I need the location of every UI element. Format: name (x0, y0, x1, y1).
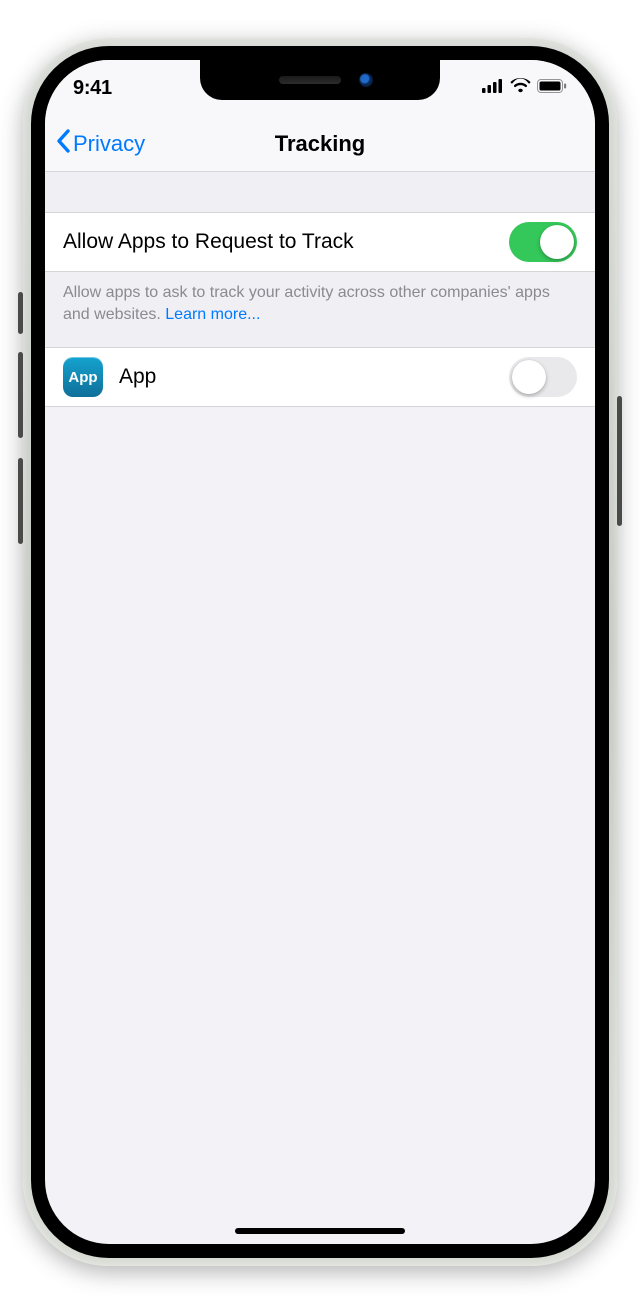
speaker-grille (279, 76, 341, 84)
app-name-label: App (119, 365, 509, 389)
nav-bar: Privacy Tracking (45, 116, 595, 172)
notch (200, 60, 440, 100)
phone-frame: 9:41 (23, 38, 617, 1266)
row-allow-apps-request-track: Allow Apps to Request to Track (45, 212, 595, 272)
settings-list: Allow Apps to Request to Track Allow app… (45, 172, 595, 407)
row-label: Allow Apps to Request to Track (63, 230, 509, 254)
app-icon-text: App (68, 369, 97, 386)
back-label: Privacy (73, 131, 145, 157)
status-time: 9:41 (73, 77, 112, 100)
home-indicator[interactable] (235, 1228, 405, 1234)
learn-more-link[interactable]: Learn more... (165, 306, 260, 323)
side-button[interactable] (617, 396, 622, 526)
chevron-left-icon (55, 129, 71, 159)
battery-icon (537, 79, 567, 98)
row-app-tracking: App App (45, 347, 595, 407)
phone-bezel: 9:41 (31, 46, 609, 1258)
mute-switch[interactable] (18, 292, 23, 334)
toggle-allow-apps-request-track[interactable] (509, 222, 577, 262)
back-button[interactable]: Privacy (45, 129, 145, 159)
front-camera (359, 73, 373, 87)
screen: 9:41 (45, 60, 595, 1244)
volume-down-button[interactable] (18, 458, 23, 544)
toggle-app-tracking[interactable] (509, 357, 577, 397)
volume-up-button[interactable] (18, 352, 23, 438)
app-icon: App (63, 357, 103, 397)
section-footer: Allow apps to ask to track your activity… (45, 272, 595, 347)
wifi-icon (510, 78, 531, 98)
footer-text: Allow apps to ask to track your activity… (63, 284, 550, 323)
cellular-icon (482, 79, 504, 98)
